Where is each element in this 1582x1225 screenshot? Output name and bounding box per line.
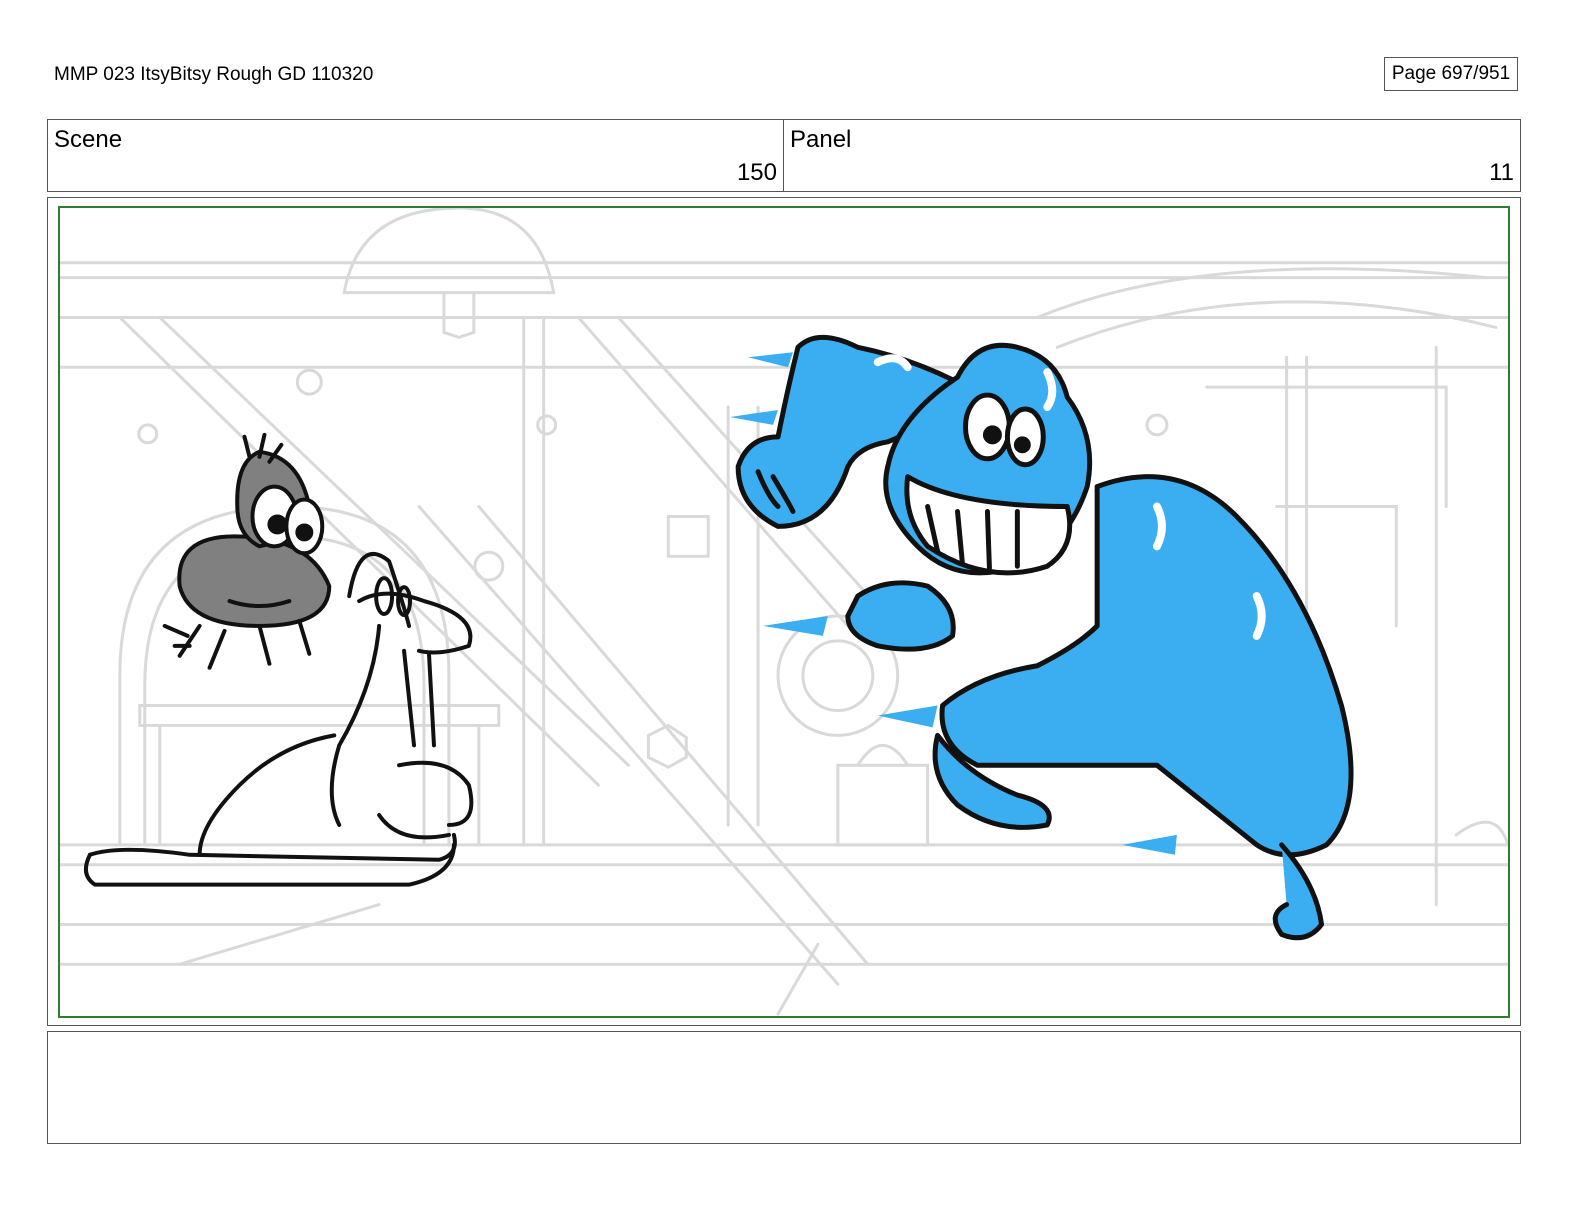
scene-label: Scene: [54, 126, 123, 153]
blue-running-character: [730, 334, 1354, 941]
panel-drawing: [60, 208, 1508, 1016]
scene-cell: Scene 150: [48, 120, 784, 191]
page-counter: Page 697/951: [1384, 57, 1518, 91]
scene-panel-header: Scene 150 Panel 11: [47, 119, 1521, 192]
storyboard-panel-frame: [47, 197, 1521, 1026]
scene-number: 150: [736, 159, 777, 186]
panel-number: 11: [1489, 159, 1514, 186]
panel-label: Panel: [790, 126, 852, 153]
storyboard-panel-artwork: [58, 206, 1510, 1018]
document-title: MMP 023 ItsyBitsy Rough GD 110320: [54, 64, 374, 85]
gray-bird-character: [162, 432, 332, 670]
panel-notes-box: [47, 1031, 1521, 1144]
panel-cell: Panel 11: [784, 120, 1520, 191]
